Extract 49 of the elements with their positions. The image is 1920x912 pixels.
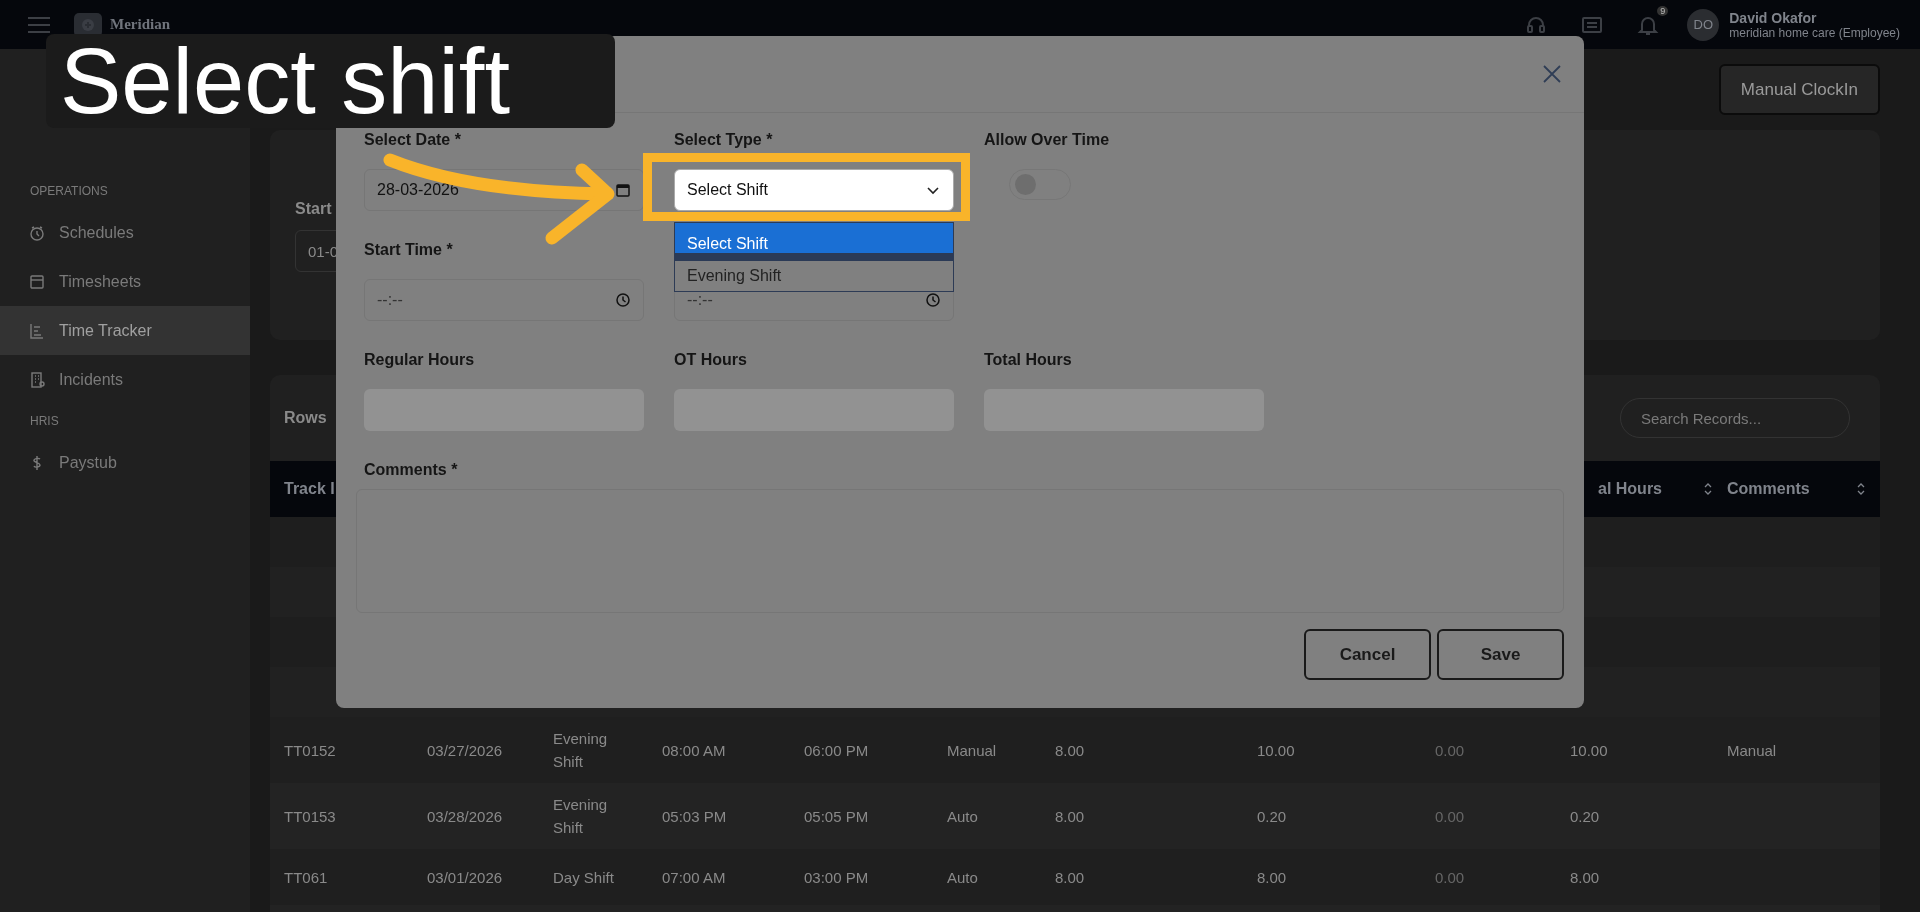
- table-cell: Auto: [947, 807, 978, 825]
- app-name: Meridian: [110, 16, 170, 33]
- table-cell: Manual: [947, 741, 997, 759]
- rows-label: Rows: [284, 409, 327, 427]
- table-cell: 8.00: [1055, 868, 1085, 886]
- section-heading: OPERATIONS: [29, 183, 109, 200]
- table-cell: TT0153: [284, 807, 336, 825]
- table-cell: Auto: [947, 868, 978, 886]
- table-cell-text: Evening Shift: [553, 729, 609, 772]
- field-label: Allow Over Time: [984, 131, 1110, 150]
- table-cell: 10.00: [1570, 741, 1608, 759]
- table-cell: TT061: [284, 868, 328, 886]
- field-label: Select Date *: [364, 131, 461, 150]
- table-cell: 03/28/2026: [427, 807, 503, 825]
- column-header: Track I: [284, 480, 336, 498]
- table-cell: 8.00: [1055, 807, 1085, 825]
- field-label: Select Type *: [674, 131, 773, 150]
- field-label: Start: [295, 200, 332, 218]
- table-cell: 08:00 AM: [662, 741, 726, 759]
- section-heading: HRIS: [29, 413, 60, 430]
- table-cell: 0.00: [1435, 868, 1465, 886]
- table-cell: 03/27/2026: [427, 741, 503, 759]
- table-cell: 06:00 PM: [804, 741, 869, 759]
- table-cell: TT0152: [284, 741, 336, 759]
- table-cell-text: Day Shift: [553, 867, 615, 888]
- field-label: Regular Hours: [364, 351, 475, 370]
- table-cell: 8.00: [1055, 741, 1085, 759]
- table-cell: 0.20: [1257, 807, 1287, 825]
- table-cell: 03:00 PM: [804, 868, 869, 886]
- table-cell: 05:05 PM: [804, 807, 869, 825]
- field-label: OT Hours: [674, 351, 747, 370]
- user-role: meridian home care (Employee): [1729, 25, 1900, 40]
- table-cell: 0.00: [1435, 807, 1465, 825]
- table-cell: 07:00 AM: [662, 868, 726, 886]
- field-label: Comments *: [364, 461, 458, 479]
- table-cell-text: Evening Shift: [553, 795, 609, 838]
- field-label: Start Time *: [364, 241, 453, 260]
- tutorial-caption: Select shift: [46, 34, 615, 128]
- user-name: David Okafor: [1729, 9, 1818, 26]
- notification-badge: 9: [1657, 5, 1669, 16]
- table-cell: 8.00: [1257, 868, 1287, 886]
- table-cell: 10.00: [1257, 741, 1295, 759]
- table-cell: 03/01/2026: [427, 868, 503, 886]
- field-label: Total Hours: [984, 351, 1072, 370]
- table-cell: Manual: [1727, 741, 1777, 759]
- table-cell: 05:03 PM: [662, 807, 727, 825]
- table-cell: 8.00: [1570, 868, 1600, 886]
- table-cell: 0.20: [1570, 807, 1600, 825]
- table-cell: 0.00: [1435, 741, 1465, 759]
